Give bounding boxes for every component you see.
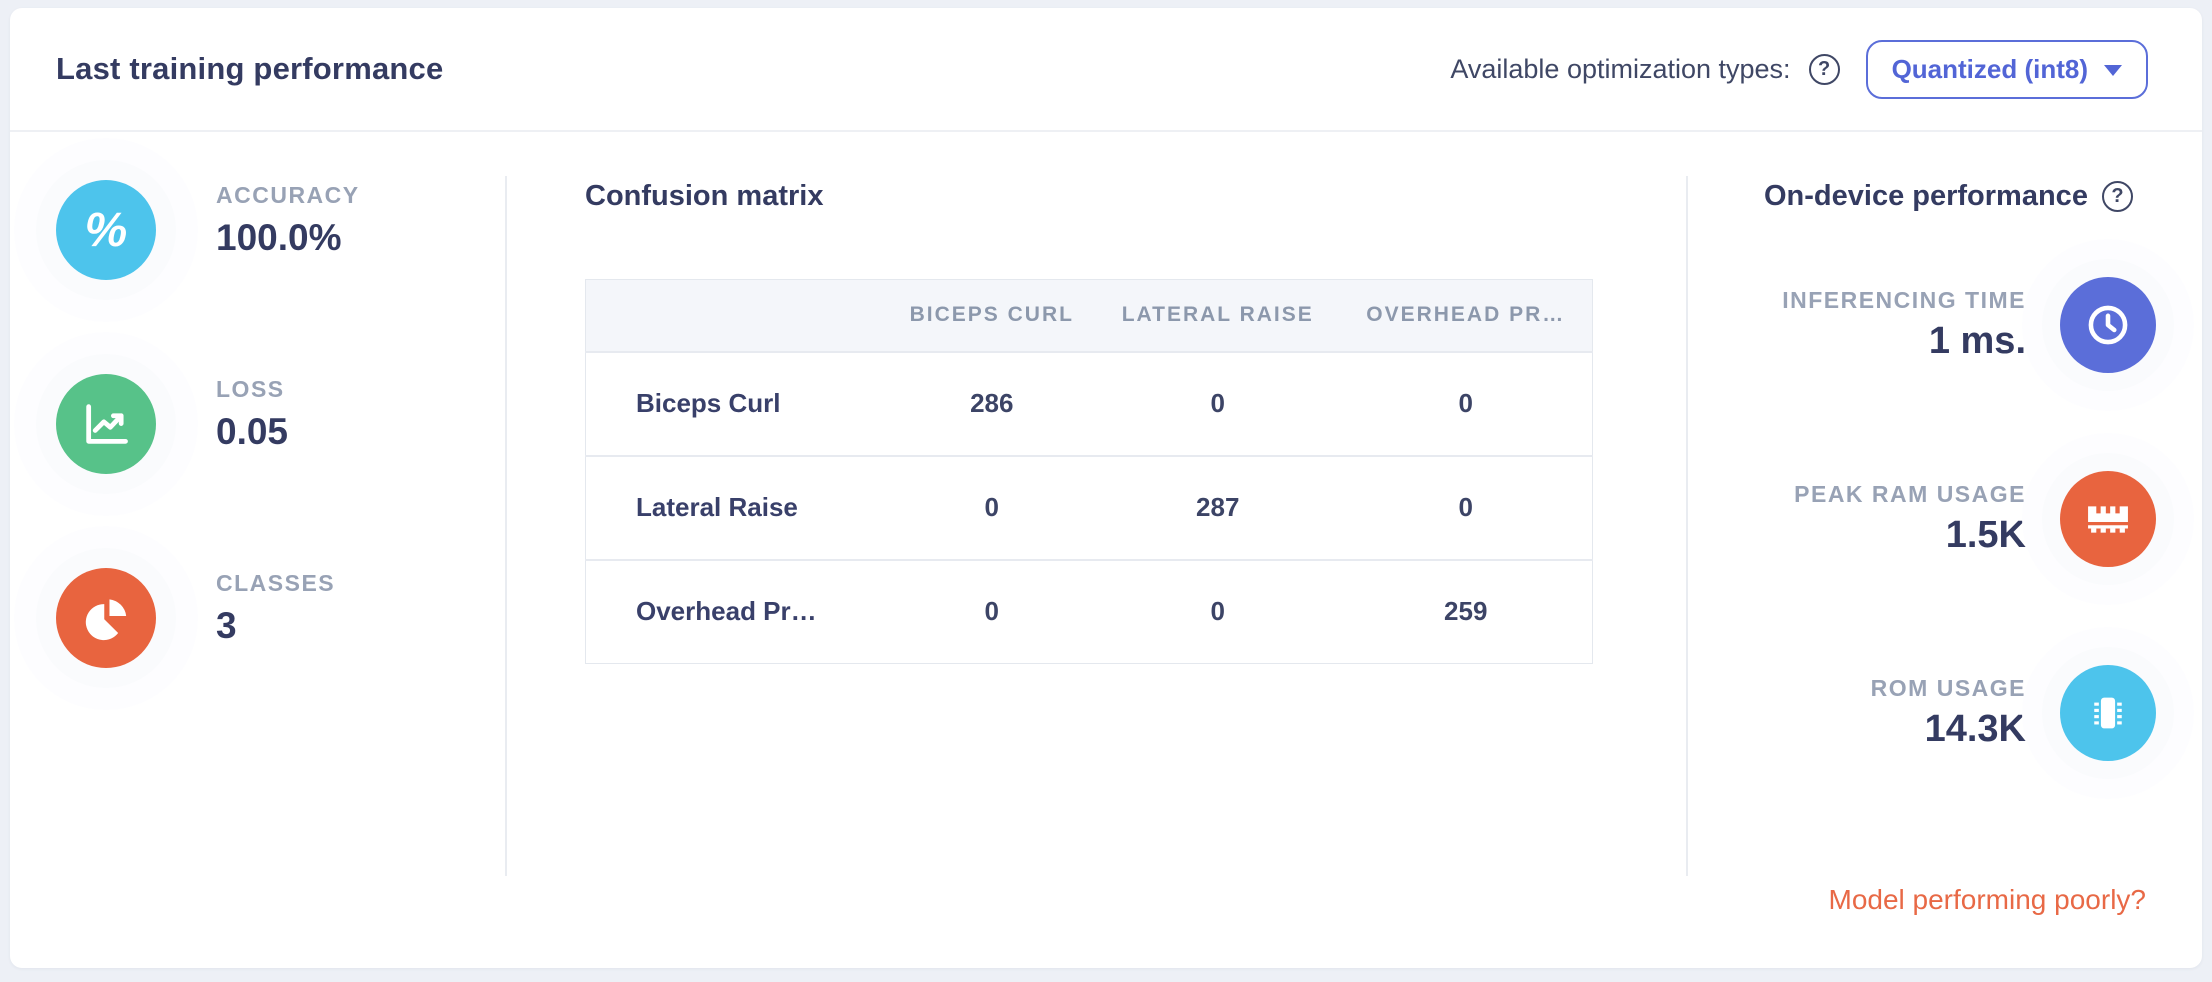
device-item-rom: ROM USAGE 14.3K bbox=[1686, 665, 2202, 761]
device-item-peak-ram: PEAK RAM USAGE 1.5K bbox=[1686, 471, 2202, 567]
cell-value: 0 bbox=[888, 456, 1096, 560]
clock-icon bbox=[2060, 277, 2156, 373]
ram-icon bbox=[2060, 471, 2156, 567]
confusion-matrix-section: Confusion matrix BICEPS CURL LATERAL RAI… bbox=[585, 180, 1593, 664]
page-title: Last training performance bbox=[56, 51, 443, 87]
metric-loss: LOSS 0.05 bbox=[56, 374, 360, 474]
on-device-performance-header: On-device performance ? bbox=[1686, 180, 2202, 213]
col-header-empty bbox=[586, 280, 888, 352]
accuracy-label: ACCURACY bbox=[216, 182, 360, 209]
cell-value: 0 bbox=[1096, 352, 1340, 456]
on-device-help-icon[interactable]: ? bbox=[2102, 181, 2133, 212]
classes-label: CLASSES bbox=[216, 570, 335, 597]
chip-icon bbox=[2060, 665, 2156, 761]
card-body: % ACCURACY 100.0% LOSS 0.05 bbox=[10, 132, 2202, 968]
rom-usage-value: 14.3K bbox=[1871, 708, 2026, 751]
col-header-overhead-press: OVERHEAD PR… bbox=[1340, 280, 1593, 352]
row-label-overhead-press: Overhead Pr… bbox=[586, 560, 888, 664]
optimization-help-icon[interactable]: ? bbox=[1809, 54, 1840, 85]
on-device-performance-title: On-device performance bbox=[1764, 180, 2088, 213]
cell-value: 0 bbox=[1096, 560, 1340, 664]
cell-value: 286 bbox=[888, 352, 1096, 456]
chart-line-icon bbox=[56, 374, 156, 474]
optimization-type-dropdown[interactable]: Quantized (int8) bbox=[1866, 40, 2148, 99]
row-label-biceps-curl: Biceps Curl bbox=[586, 352, 888, 456]
metric-classes: CLASSES 3 bbox=[56, 568, 360, 668]
percent-icon: % bbox=[56, 180, 156, 280]
cell-value: 0 bbox=[1340, 456, 1593, 560]
model-performing-poorly-link[interactable]: Model performing poorly? bbox=[1829, 884, 2147, 916]
cell-value: 287 bbox=[1096, 456, 1340, 560]
card-header: Last training performance Available opti… bbox=[10, 8, 2202, 132]
confusion-matrix-title: Confusion matrix bbox=[585, 180, 1593, 213]
accuracy-value: 100.0% bbox=[216, 217, 360, 259]
row-label-lateral-raise: Lateral Raise bbox=[586, 456, 888, 560]
optimization-types-label: Available optimization types: bbox=[1450, 54, 1790, 85]
divider-left bbox=[505, 176, 507, 876]
rom-usage-label: ROM USAGE bbox=[1871, 675, 2026, 702]
peak-ram-usage-label: PEAK RAM USAGE bbox=[1794, 481, 2026, 508]
cell-value: 0 bbox=[1340, 352, 1593, 456]
table-row: Overhead Pr… 0 0 259 bbox=[586, 560, 1593, 664]
table-row: Lateral Raise 0 287 0 bbox=[586, 456, 1593, 560]
chevron-down-icon bbox=[2104, 65, 2122, 76]
device-item-inferencing-time: INFERENCING TIME 1 ms. bbox=[1686, 277, 2202, 373]
header-right: Available optimization types: ? Quantize… bbox=[1450, 40, 2148, 99]
table-header-row: BICEPS CURL LATERAL RAISE OVERHEAD PR… bbox=[586, 280, 1593, 352]
inferencing-time-value: 1 ms. bbox=[1782, 320, 2026, 363]
optimization-type-value: Quantized (int8) bbox=[1892, 54, 2088, 85]
pie-chart-icon bbox=[56, 568, 156, 668]
metrics-column: % ACCURACY 100.0% LOSS 0.05 bbox=[56, 180, 360, 762]
classes-value: 3 bbox=[216, 605, 335, 647]
table-row: Biceps Curl 286 0 0 bbox=[586, 352, 1593, 456]
inferencing-time-label: INFERENCING TIME bbox=[1782, 287, 2026, 314]
col-header-biceps-curl: BICEPS CURL bbox=[888, 280, 1096, 352]
on-device-performance-section: On-device performance ? INFERENCING TIME… bbox=[1686, 180, 2202, 859]
training-performance-card: Last training performance Available opti… bbox=[10, 8, 2202, 968]
confusion-matrix-table: BICEPS CURL LATERAL RAISE OVERHEAD PR… B… bbox=[585, 279, 1593, 664]
col-header-lateral-raise: LATERAL RAISE bbox=[1096, 280, 1340, 352]
metric-accuracy: % ACCURACY 100.0% bbox=[56, 180, 360, 280]
loss-value: 0.05 bbox=[216, 411, 288, 453]
cell-value: 259 bbox=[1340, 560, 1593, 664]
loss-label: LOSS bbox=[216, 376, 288, 403]
peak-ram-usage-value: 1.5K bbox=[1794, 514, 2026, 557]
cell-value: 0 bbox=[888, 560, 1096, 664]
